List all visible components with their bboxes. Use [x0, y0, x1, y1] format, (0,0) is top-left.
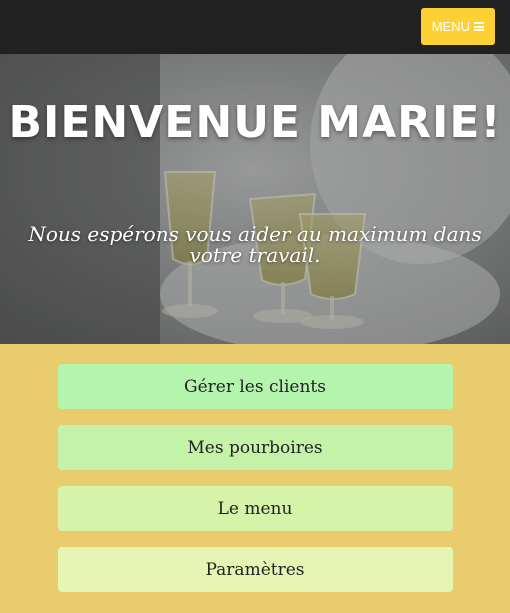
- top-navbar: MENU: [0, 0, 510, 54]
- settings-button[interactable]: Paramètres: [57, 547, 453, 592]
- welcome-title: BIENVENUE MARIE!: [8, 97, 502, 148]
- menu-button[interactable]: MENU: [420, 8, 495, 45]
- bars-icon: [474, 22, 484, 31]
- menu-page-button[interactable]: Le menu: [57, 486, 453, 531]
- action-list: Gérer les clients Mes pourboires Le menu…: [0, 344, 510, 592]
- menu-label: MENU: [431, 19, 470, 34]
- manage-clients-button[interactable]: Gérer les clients: [57, 364, 453, 409]
- hero-banner: BIENVENUE MARIE! Nous espérons vous aide…: [0, 54, 510, 344]
- my-tips-button[interactable]: Mes pourboires: [57, 425, 453, 470]
- welcome-subtitle: Nous espérons vous aider au maximum dans…: [28, 222, 482, 267]
